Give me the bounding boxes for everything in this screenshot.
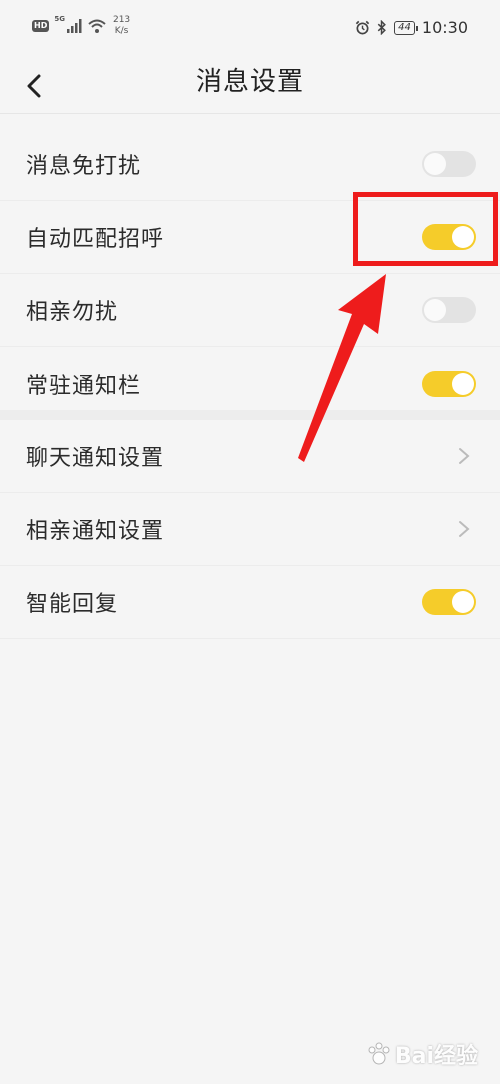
wifi-icon bbox=[88, 19, 106, 33]
setting-row-dating-no-disturb[interactable]: 相亲勿扰 bbox=[0, 274, 500, 347]
setting-label: 相亲通知设置 bbox=[26, 519, 165, 544]
setting-label: 常驻通知栏 bbox=[26, 373, 142, 399]
status-time: 10:30 bbox=[421, 18, 468, 37]
setting-label: 聊天通知设置 bbox=[26, 446, 165, 471]
setting-row-do-not-disturb[interactable]: 消息免打扰 bbox=[0, 128, 500, 201]
annotation-highlight-box bbox=[353, 192, 498, 266]
watermark: Bai经验 bbox=[366, 1038, 478, 1070]
toggle-knob bbox=[424, 299, 446, 321]
setting-row-chat-notification[interactable]: 聊天通知设置 bbox=[0, 420, 500, 493]
toggle-knob bbox=[452, 591, 474, 613]
battery-indicator: 44 bbox=[394, 20, 418, 35]
status-bar: HD 5G 213 K/s 44 10:30 bbox=[0, 0, 500, 58]
toggle-knob bbox=[452, 372, 474, 395]
setting-label: 相亲勿扰 bbox=[26, 300, 119, 325]
status-left: HD 5G 213 K/s bbox=[32, 15, 130, 37]
bluetooth-icon bbox=[377, 20, 387, 35]
watermark-text: Bai经验 bbox=[394, 1044, 478, 1069]
setting-label: 自动匹配招呼 bbox=[26, 227, 165, 252]
network-speed: 213 K/s bbox=[113, 15, 130, 37]
setting-label: 消息免打扰 bbox=[26, 154, 142, 179]
toggle-knob bbox=[424, 153, 446, 175]
alarm-icon bbox=[355, 20, 370, 35]
page-title: 消息设置 bbox=[195, 67, 304, 97]
settings-group-notifications: 消息免打扰 自动匹配招呼 相亲勿扰 常驻通知栏 bbox=[0, 128, 500, 420]
nav-header: 消息设置 bbox=[0, 58, 500, 114]
speed-unit: K/s bbox=[114, 26, 129, 36]
hd-badge: HD bbox=[32, 20, 50, 32]
setting-row-dating-notification[interactable]: 相亲通知设置 bbox=[0, 493, 500, 566]
do-not-disturb-toggle[interactable] bbox=[422, 151, 476, 177]
cellular-signal-icon bbox=[66, 19, 82, 33]
setting-label: 智能回复 bbox=[26, 592, 119, 617]
chevron-right-icon bbox=[459, 521, 470, 537]
section-divider bbox=[0, 410, 500, 420]
persistent-notification-toggle[interactable] bbox=[422, 370, 476, 397]
status-right: 44 10:30 bbox=[355, 18, 468, 37]
smart-reply-toggle[interactable] bbox=[422, 589, 476, 615]
network-type: 5G bbox=[54, 15, 65, 23]
speed-value: 213 bbox=[112, 15, 131, 25]
annotation-arrow-icon bbox=[298, 274, 386, 462]
setting-row-smart-reply[interactable]: 智能回复 bbox=[0, 566, 500, 639]
screen: HD 5G 213 K/s 44 10:30 消息设置 消息免打扰 自动匹配招呼… bbox=[0, 0, 500, 1084]
chevron-right-icon bbox=[459, 448, 470, 464]
dating-no-disturb-toggle[interactable] bbox=[422, 297, 476, 323]
settings-group-chat: 聊天通知设置 相亲通知设置 智能回复 bbox=[0, 420, 500, 639]
paw-logo-icon bbox=[368, 1042, 390, 1065]
